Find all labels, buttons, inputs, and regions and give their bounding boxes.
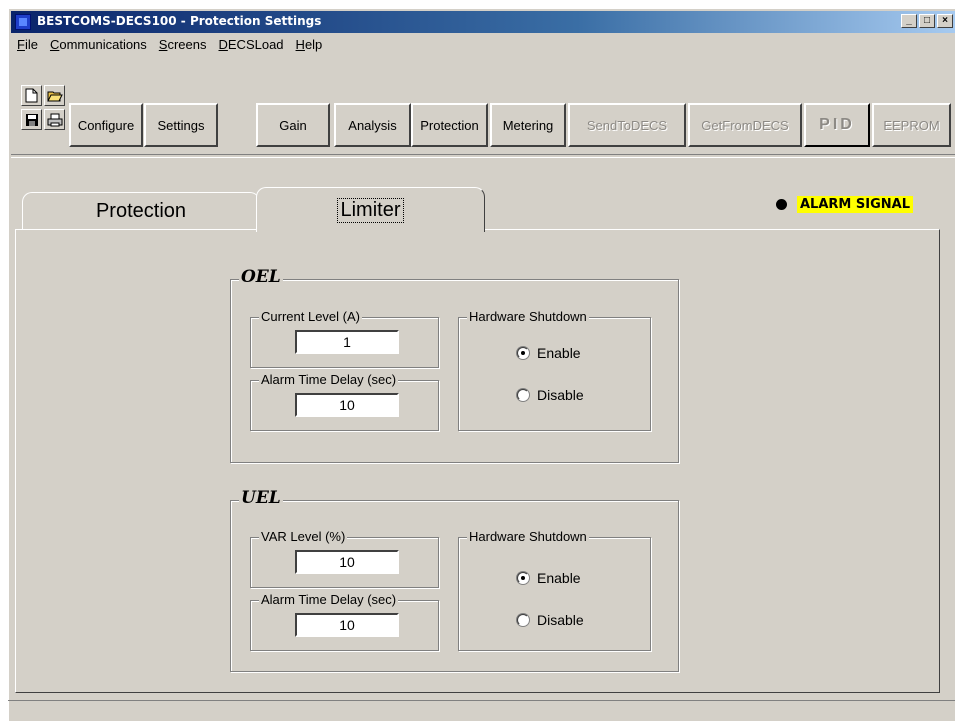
metering-button[interactable]: Metering [490, 103, 566, 147]
eeprom-button[interactable]: EEPROM [872, 103, 951, 147]
uel-alarm-delay-group: Alarm Time Delay (sec) 10 [250, 592, 439, 651]
menu-screens-label: creens [167, 37, 207, 52]
oel-enable-radio[interactable]: Enable [517, 345, 581, 361]
uel-alarm-delay-label: Alarm Time Delay (sec) [259, 592, 399, 607]
uel-enable-label: Enable [537, 570, 581, 586]
title-bar: BESTCOMS-DECS100 - Protection Settings _… [11, 11, 955, 33]
window-title: BESTCOMS-DECS100 - Protection Settings [37, 14, 322, 28]
analysis-button[interactable]: Analysis [334, 103, 411, 147]
oel-group: OEL Current Level (A) 1 Alarm Time Delay… [230, 267, 679, 463]
toolbar-separator [11, 154, 955, 158]
oel-alarm-delay-group: Alarm Time Delay (sec) 10 [250, 372, 439, 431]
oel-title: OEL [239, 267, 283, 287]
oel-current-level-field[interactable]: 1 [295, 330, 399, 354]
menu-help-mnemonic: H [295, 37, 305, 52]
tab-limiter-label: Limiter [337, 197, 404, 223]
menu-file-mnemonic: F [17, 37, 25, 52]
new-file-icon[interactable] [21, 85, 42, 106]
uel-group: UEL VAR Level (%) 10 Alarm Time Delay (s… [230, 488, 679, 672]
menu-file[interactable]: File [11, 37, 44, 52]
maximize-button[interactable]: □ [919, 14, 935, 28]
minimize-button[interactable]: _ [901, 14, 917, 28]
radio-selected-icon [517, 572, 529, 584]
uel-hw-shutdown-label: Hardware Shutdown [467, 529, 589, 544]
open-folder-icon[interactable] [44, 85, 65, 106]
app-icon [15, 14, 31, 30]
oel-disable-radio[interactable]: Disable [517, 387, 584, 403]
oel-current-level-group: Current Level (A) 1 [250, 309, 439, 368]
send-to-decs-button[interactable]: SendToDECS [568, 103, 686, 147]
oel-hw-shutdown-group: Hardware Shutdown Enable Disable [458, 309, 651, 431]
uel-disable-label: Disable [537, 612, 584, 628]
gain-button[interactable]: Gain [256, 103, 330, 147]
uel-var-level-field[interactable]: 10 [295, 550, 399, 574]
status-area [8, 700, 955, 721]
oel-alarm-delay-label: Alarm Time Delay (sec) [259, 372, 399, 387]
toolbar: Configure Settings Gain Analysis Protect… [11, 58, 955, 154]
alarm-led-icon [776, 199, 787, 210]
pid-button[interactable]: PID [804, 103, 870, 147]
oel-disable-label: Disable [537, 387, 584, 403]
printer-icon[interactable] [44, 109, 65, 130]
uel-var-level-label: VAR Level (%) [259, 529, 348, 544]
tab-protection-label: Protection [95, 199, 187, 222]
menu-decsload-mnemonic: D [218, 37, 228, 52]
tab-limiter[interactable]: Limiter [256, 187, 485, 232]
close-button[interactable]: × [937, 14, 953, 28]
get-from-decs-button[interactable]: GetFromDECS [688, 103, 802, 147]
menu-communications-mnemonic: C [49, 37, 60, 52]
uel-alarm-delay-field[interactable]: 10 [295, 613, 399, 637]
radio-selected-icon [517, 347, 529, 359]
menu-communications[interactable]: Communications [44, 37, 153, 52]
oel-alarm-delay-field[interactable]: 10 [295, 393, 399, 417]
menu-screens[interactable]: Screens [153, 37, 213, 52]
menu-communications-label: ommunications [59, 37, 147, 52]
menu-decsload[interactable]: DECSLoad [213, 37, 290, 52]
save-disk-icon[interactable] [21, 109, 42, 130]
tab-protection[interactable]: Protection [22, 192, 260, 230]
uel-disable-radio[interactable]: Disable [517, 612, 584, 628]
oel-hw-shutdown-label: Hardware Shutdown [467, 309, 589, 324]
menu-file-label: ile [24, 37, 38, 52]
radio-unselected-icon [517, 389, 529, 401]
configure-button[interactable]: Configure [69, 103, 143, 147]
uel-title: UEL [239, 488, 283, 508]
window-controls: _ □ × [899, 14, 953, 28]
uel-enable-radio[interactable]: Enable [517, 570, 581, 586]
uel-var-level-group: VAR Level (%) 10 [250, 529, 439, 588]
alarm-signal-label: ALARM SIGNAL [797, 196, 913, 213]
oel-current-level-label: Current Level (A) [259, 309, 362, 324]
uel-hw-shutdown-group: Hardware Shutdown Enable Disable [458, 529, 651, 651]
menu-bar: File Communications Screens DECSLoad Hel… [11, 34, 955, 55]
radio-unselected-icon [517, 614, 529, 626]
limiter-panel: OEL Current Level (A) 1 Alarm Time Delay… [15, 229, 940, 693]
protection-button[interactable]: Protection [411, 103, 488, 147]
menu-help[interactable]: Help [290, 37, 329, 52]
oel-enable-label: Enable [537, 345, 581, 361]
menu-decsload-label: ECSLoad [227, 37, 284, 52]
settings-button[interactable]: Settings [144, 103, 218, 147]
alarm-indicator: ALARM SIGNAL [776, 196, 913, 213]
menu-help-label: elp [304, 37, 323, 52]
